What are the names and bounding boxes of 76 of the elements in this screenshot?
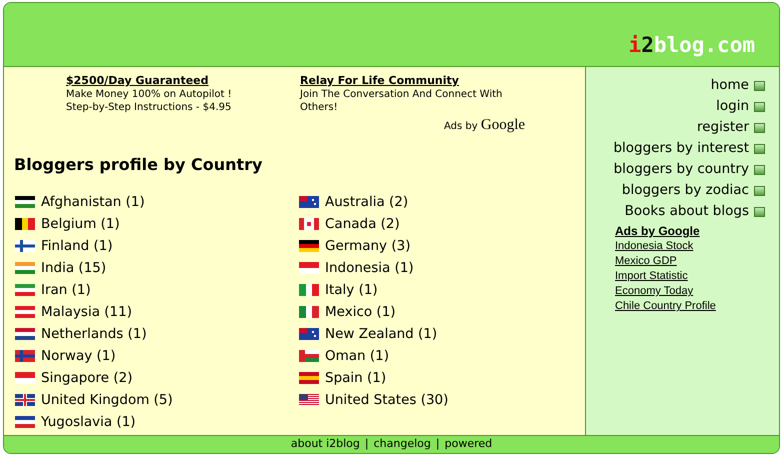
country-link[interactable]: Canada (2) <box>325 214 400 234</box>
ad-link[interactable]: Import Statistic <box>615 269 688 284</box>
flag-icon <box>299 196 319 208</box>
flag-icon <box>15 328 35 340</box>
ads-by-google-link[interactable]: Ads by Google <box>615 224 765 239</box>
flag-icon <box>15 350 35 362</box>
separator: | <box>364 436 369 452</box>
flag-icon <box>15 262 35 274</box>
flag-icon <box>15 196 35 208</box>
country-link[interactable]: Germany (3) <box>325 236 410 256</box>
country-link[interactable]: Finland (1) <box>41 236 113 256</box>
flag-icon <box>299 262 319 274</box>
bullet-icon <box>754 186 765 196</box>
nav-link[interactable]: login <box>716 96 749 117</box>
country-link[interactable]: Yugoslavia (1) <box>41 412 136 432</box>
flag-icon <box>15 218 35 230</box>
country-link[interactable]: Italy (1) <box>325 280 378 300</box>
footer-link[interactable]: powered <box>444 436 492 453</box>
country-link[interactable]: Mexico (1) <box>325 302 396 322</box>
flag-icon <box>299 284 319 296</box>
ad-link[interactable]: Mexico GDP <box>615 254 677 269</box>
country-link[interactable]: India (15) <box>41 258 106 278</box>
nav-link[interactable]: Books about blogs <box>624 201 749 222</box>
bullet-icon <box>754 102 765 112</box>
footer-link[interactable]: about i2blog <box>290 436 360 453</box>
country-link[interactable]: Singapore (2) <box>41 368 133 388</box>
country-link[interactable]: Australia (2) <box>325 192 408 212</box>
nav-link[interactable]: bloggers by country <box>614 159 749 180</box>
country-link[interactable]: Iran (1) <box>41 280 91 300</box>
site-logo[interactable]: i2blog.com <box>628 35 755 56</box>
bullet-icon <box>754 164 765 174</box>
ad-title-link[interactable]: Relay For Life Community <box>300 74 459 87</box>
flag-icon <box>15 306 35 318</box>
country-link[interactable]: United Kingdom (5) <box>41 390 173 410</box>
ad-text: Step-by-Step Instructions - $4.95 <box>66 101 232 114</box>
ad-text: Join The Conversation And Connect With <box>300 88 504 101</box>
country-link[interactable]: Spain (1) <box>325 368 386 388</box>
country-link[interactable]: Indonesia (1) <box>325 258 414 278</box>
footer-link[interactable]: changelog <box>374 436 431 453</box>
bullet-icon <box>754 144 765 154</box>
flag-icon <box>15 394 35 406</box>
country-link[interactable]: Netherlands (1) <box>41 324 147 344</box>
nav-link[interactable]: register <box>696 117 749 138</box>
ad-text: Others! <box>300 101 339 114</box>
flag-icon <box>15 372 35 384</box>
separator: | <box>436 436 440 452</box>
flag-icon <box>15 284 35 296</box>
ad-title-link[interactable]: $2500/Day Guaranteed <box>66 74 209 87</box>
flag-icon <box>299 372 319 384</box>
nav-link[interactable]: bloggers by interest <box>613 138 749 159</box>
page-heading: Bloggers profile by Country <box>14 154 264 174</box>
ads-by-google-label: Ads by Google <box>444 116 526 135</box>
flag-icon <box>15 416 35 428</box>
flag-icon <box>299 306 319 318</box>
bullet-icon <box>754 122 765 132</box>
country-link[interactable]: Norway (1) <box>41 346 116 366</box>
country-link[interactable]: Afghanistan (1) <box>41 192 145 212</box>
country-link[interactable]: New Zealand (1) <box>325 324 438 344</box>
flag-icon <box>299 394 319 406</box>
country-link[interactable]: Malaysia (11) <box>41 302 132 322</box>
country-link[interactable]: United States (30) <box>325 390 448 410</box>
flag-icon <box>299 328 319 340</box>
nav-link[interactable]: home <box>710 75 749 96</box>
nav-link[interactable]: bloggers by zodiac <box>622 180 749 201</box>
country-link[interactable]: Belgium (1) <box>41 214 120 234</box>
ad-link[interactable]: Indonesia Stock <box>615 239 694 254</box>
ad-text: Make Money 100% on Autopilot ! <box>66 88 233 101</box>
ad-link[interactable]: Chile Country Profile <box>615 299 716 314</box>
flag-icon <box>299 350 319 362</box>
flag-icon <box>299 218 319 230</box>
flag-icon <box>15 240 35 252</box>
bullet-icon <box>754 206 765 216</box>
ad-link[interactable]: Economy Today <box>615 284 694 299</box>
flag-icon <box>299 240 319 252</box>
bullet-icon <box>754 80 765 90</box>
country-link[interactable]: Oman (1) <box>325 346 390 366</box>
